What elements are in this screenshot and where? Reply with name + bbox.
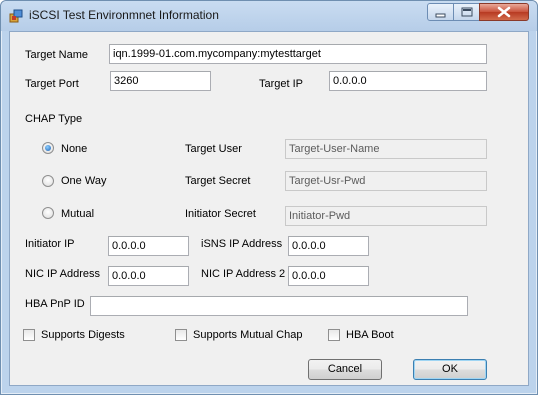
target-secret-field: Target-Usr-Pwd (285, 171, 487, 191)
chap-none-label[interactable]: None (61, 143, 87, 155)
chap-one-way-label[interactable]: One Way (61, 175, 106, 187)
hba-pnp-id-label: HBA PnP ID (25, 298, 85, 310)
supports-digests-label[interactable]: Supports Digests (41, 329, 125, 341)
target-port-label: Target Port (25, 78, 79, 90)
isns-ip-label: iSNS IP Address (201, 238, 283, 250)
supports-digests-checkbox[interactable] (23, 329, 35, 341)
nic-ip-field[interactable]: 0.0.0.0 (108, 266, 189, 286)
initiator-ip-label: Initiator IP (25, 238, 75, 250)
initiator-ip-field[interactable]: 0.0.0.0 (108, 236, 189, 256)
chap-one-way-radio[interactable] (42, 175, 54, 187)
target-secret-label: Target Secret (185, 175, 251, 187)
target-name-field[interactable]: iqn.1999-01.com.mycompany:mytesttarget (109, 44, 487, 64)
app-icon (9, 9, 23, 23)
minimize-icon (435, 13, 446, 18)
supports-mutual-chap-label[interactable]: Supports Mutual Chap (193, 329, 302, 341)
dialog-body: Target Name iqn.1999-01.com.mycompany:my… (9, 31, 529, 386)
target-ip-field[interactable]: 0.0.0.0 (329, 71, 487, 91)
ok-button[interactable]: OK (413, 359, 487, 380)
dialog-window: iSCSI Test Environmnet Information Targe… (0, 0, 538, 395)
target-port-field[interactable]: 3260 (110, 71, 211, 91)
close-icon (497, 6, 511, 18)
target-ip-label: Target IP (259, 78, 304, 90)
nic-ip2-label: NIC IP Address 2 (201, 268, 286, 280)
minimize-button[interactable] (427, 3, 454, 21)
initiator-secret-field: Initiator-Pwd (285, 206, 487, 226)
window-title: iSCSI Test Environmnet Information (29, 8, 219, 22)
title-bar[interactable]: iSCSI Test Environmnet Information (1, 1, 537, 31)
chap-type-label: CHAP Type (25, 113, 83, 125)
close-button[interactable] (479, 3, 529, 21)
maximize-button[interactable] (453, 3, 480, 21)
hba-boot-checkbox[interactable] (328, 329, 340, 341)
hba-boot-label[interactable]: HBA Boot (346, 329, 394, 341)
chap-mutual-radio[interactable] (42, 207, 54, 219)
target-name-label: Target Name (25, 49, 88, 61)
chap-mutual-label[interactable]: Mutual (61, 208, 94, 220)
chap-none-radio[interactable] (42, 142, 54, 154)
isns-ip-field[interactable]: 0.0.0.0 (288, 236, 369, 256)
nic-ip2-field[interactable]: 0.0.0.0 (288, 266, 369, 286)
nic-ip-label: NIC IP Address (25, 268, 100, 280)
target-user-label: Target User (185, 143, 242, 155)
maximize-icon (461, 7, 473, 17)
hba-pnp-id-field[interactable] (90, 296, 468, 316)
target-user-field: Target-User-Name (285, 139, 487, 159)
supports-mutual-chap-checkbox[interactable] (175, 329, 187, 341)
cancel-button[interactable]: Cancel (308, 359, 382, 380)
initiator-secret-label: Initiator Secret (185, 208, 256, 220)
